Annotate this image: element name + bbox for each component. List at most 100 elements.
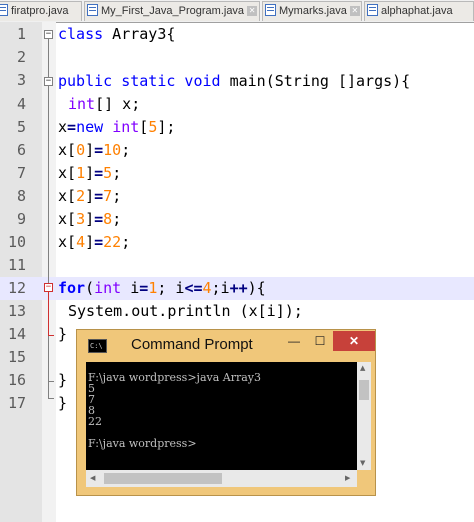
cmd-app-icon: C:\ — [88, 339, 107, 353]
tab-mymarks[interactable]: Mymarks.java ✕ — [262, 1, 362, 21]
code-line-2[interactable]: 2 — [0, 46, 474, 69]
code-fragment: x[ — [58, 164, 77, 182]
java-file-icon — [367, 4, 378, 16]
number-literal: 8 — [103, 210, 113, 228]
scroll-right-icon[interactable]: ▶ — [345, 474, 350, 482]
code-text: int[] x; — [68, 93, 140, 116]
number-literal: 4 — [76, 233, 86, 251]
tab-label: My_First_Java_Program.java — [101, 5, 245, 17]
window-title: Command Prompt — [131, 336, 253, 353]
console-line: 7 — [88, 393, 95, 406]
operator: = — [67, 118, 77, 136]
operator: = — [94, 233, 104, 251]
code-text: x[1]=5; — [58, 162, 121, 185]
console-line: 8 — [88, 404, 95, 417]
minimize-button[interactable]: — — [281, 331, 307, 351]
number-literal: 3 — [76, 210, 86, 228]
keyword: class — [58, 25, 104, 43]
code-line-8[interactable]: 8 x[2]=7; — [0, 185, 474, 208]
java-file-icon — [87, 4, 98, 16]
code-fragment: Array3{ — [103, 25, 176, 43]
line-number: 13 — [7, 302, 26, 320]
operator: = — [94, 164, 104, 182]
code-line-3-text[interactable]: public static void main(String []args){ — [0, 70, 474, 93]
code-text: System.out.println (x[i]); — [68, 302, 303, 320]
maximize-button[interactable]: ☐ — [307, 331, 333, 351]
command-prompt-window[interactable]: C:\ Command Prompt — ☐ ✕ F:\java wordpre… — [76, 329, 376, 496]
tab-alphaphat[interactable]: alphaphat.java — [364, 1, 474, 21]
code-fragment: ] — [85, 187, 95, 205]
fold-toggle-icon[interactable]: − — [44, 283, 53, 292]
code-line-4[interactable]: 4 int[] x; — [0, 93, 474, 116]
number-literal: 1 — [148, 279, 158, 297]
scroll-thumb[interactable] — [104, 473, 222, 484]
vertical-scrollbar[interactable]: ▲ ▼ — [357, 362, 371, 470]
line-number: 12 — [7, 279, 26, 297]
fold-toggle-icon[interactable]: − — [44, 30, 53, 39]
operator: = — [94, 210, 104, 228]
fold-toggle-icon[interactable]: − — [44, 77, 53, 86]
code-line-6[interactable]: 6 x[0]=10; — [0, 139, 474, 162]
line-number: 14 — [7, 325, 26, 343]
scroll-up-icon[interactable]: ▲ — [360, 364, 365, 372]
code-text: } — [58, 371, 68, 389]
close-button[interactable]: ✕ — [333, 331, 375, 351]
line-number: 1 — [16, 25, 26, 43]
code-line-5[interactable]: 5 x=new int[5]; — [0, 116, 474, 139]
number-literal: 22 — [103, 233, 122, 251]
code-text: for(int i=1; i<=4;i++){ — [58, 277, 266, 300]
line-number: 7 — [16, 164, 26, 182]
code-line-7[interactable]: 7 x[1]=5; — [0, 162, 474, 185]
code-line-12[interactable]: 12 for(int i=1; i<=4;i++){ — [0, 277, 474, 300]
code-fragment: ] — [85, 164, 95, 182]
code-line-10[interactable]: 10 x[4]=22; — [0, 231, 474, 254]
cmd-title-bar[interactable]: C:\ Command Prompt — ☐ ✕ — [77, 330, 375, 360]
line-number: 6 — [16, 141, 26, 159]
scroll-thumb[interactable] — [359, 380, 369, 400]
console-line: 22 — [88, 415, 102, 428]
horizontal-scrollbar[interactable]: ◀ ▶ — [86, 470, 357, 487]
scroll-down-icon[interactable]: ▼ — [360, 459, 365, 467]
code-text: class Array3{ — [58, 23, 175, 46]
tab-my-first-java-program[interactable]: My_First_Java_Program.java ✕ — [84, 1, 260, 21]
number-literal: 7 — [103, 187, 113, 205]
tab-label: firatpro.java — [11, 5, 69, 17]
line-number: 4 — [16, 95, 26, 113]
code-fragment: ){ — [247, 279, 266, 297]
line-number: 16 — [7, 371, 26, 389]
code-fragment: ] — [85, 210, 95, 228]
tab-label: Mymarks.java — [279, 5, 347, 17]
code-fragment: x[ — [58, 141, 77, 159]
number-literal: 0 — [76, 141, 86, 159]
code-text: } — [58, 325, 68, 343]
code-line-13[interactable]: 13 System.out.println (x[i]); — [0, 300, 474, 323]
console-output[interactable]: F:\java wordpress>java Array3 5 7 8 22 F:\jav… — [86, 362, 357, 470]
keyword: new — [76, 118, 104, 136]
tab-close-icon[interactable]: ✕ — [247, 6, 258, 16]
code-text: x=new int[5]; — [58, 116, 175, 139]
code-line-9[interactable]: 9 x[3]=8; — [0, 208, 474, 231]
number-literal: 5 — [103, 164, 113, 182]
type-keyword: int — [112, 118, 140, 136]
code-text: x[0]=10; — [58, 139, 130, 162]
tab-close-icon[interactable]: ✕ — [349, 6, 360, 16]
code-fragment: ; i — [157, 279, 185, 297]
type-keyword: int — [68, 95, 96, 113]
fold-guide-line — [48, 39, 49, 398]
fold-end-marker — [48, 335, 54, 336]
code-line-11[interactable]: 11 — [0, 254, 474, 277]
code-fragment: x — [58, 118, 68, 136]
line-number: 10 — [7, 233, 26, 251]
code-line-1[interactable]: 1 class Array3{ — [0, 23, 474, 46]
keyword: for — [58, 279, 86, 297]
java-file-icon — [0, 4, 8, 16]
code-fragment: ( — [85, 279, 95, 297]
operator: <= — [184, 279, 203, 297]
tab-firatpro[interactable]: firatpro.java — [0, 1, 82, 21]
console-line: F:\java wordpress>java Array3 — [88, 371, 262, 384]
code-fragment: ; — [121, 233, 131, 251]
code-fragment: [] x; — [95, 95, 141, 113]
scroll-left-icon[interactable]: ◀ — [90, 474, 95, 482]
code-fragment: i — [121, 279, 140, 297]
code-fragment — [103, 118, 112, 136]
